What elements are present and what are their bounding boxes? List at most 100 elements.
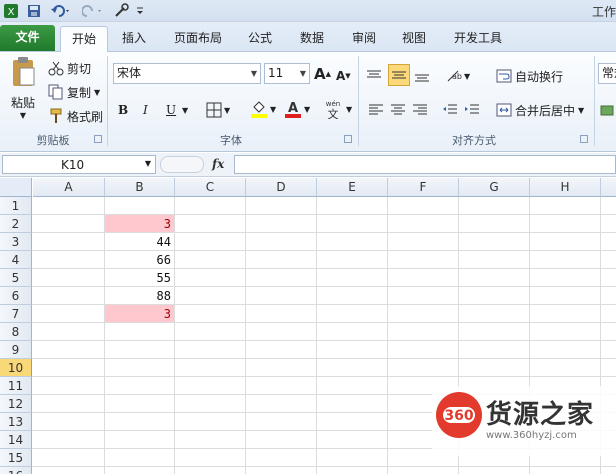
row-header-5[interactable]: 5 bbox=[0, 269, 32, 287]
cell-b3[interactable]: 44 bbox=[105, 233, 174, 250]
quick-access-toolbar: X 工作 bbox=[0, 0, 616, 22]
merge-center-button[interactable]: 合并后居中 ▼ bbox=[496, 100, 584, 120]
underline-dropdown-icon[interactable]: ▼ bbox=[182, 100, 192, 120]
column-header-h[interactable]: H bbox=[530, 178, 601, 197]
tab-insert[interactable]: 插入 bbox=[114, 26, 154, 52]
decrease-indent-icon bbox=[443, 104, 457, 114]
clipboard-launcher-icon[interactable] bbox=[94, 135, 102, 143]
paste-button[interactable]: 粘贴 ▼ bbox=[6, 56, 40, 126]
svg-text:文: 文 bbox=[328, 107, 339, 119]
align-left-icon bbox=[369, 104, 383, 115]
cut-label: 剪切 bbox=[67, 61, 92, 76]
font-color-icon: A bbox=[285, 101, 301, 118]
underline-button[interactable]: U bbox=[166, 100, 180, 120]
font-color-button[interactable]: A ▼ bbox=[284, 98, 314, 120]
align-right-button[interactable] bbox=[412, 100, 430, 120]
row-header-7[interactable]: 7 bbox=[0, 305, 32, 323]
tab-home[interactable]: 开始 bbox=[60, 26, 108, 52]
save-icon[interactable] bbox=[26, 2, 42, 20]
cell-b2[interactable]: 3 bbox=[105, 215, 174, 232]
formula-bar-splitter[interactable] bbox=[160, 156, 204, 173]
clipboard-group-label: 剪贴板 bbox=[36, 134, 70, 147]
font-size-combo[interactable]: 11 ▼ bbox=[264, 63, 310, 84]
font-name-combo[interactable]: 宋体 ▼ bbox=[113, 63, 261, 84]
align-top-button[interactable] bbox=[366, 66, 386, 86]
paste-label: 粘贴 bbox=[10, 96, 35, 110]
font-launcher-icon[interactable] bbox=[344, 135, 352, 143]
row-header-2[interactable]: 2 bbox=[0, 215, 32, 233]
increase-indent-button[interactable] bbox=[464, 100, 482, 120]
copy-icon bbox=[48, 84, 63, 100]
excel-logo-icon[interactable]: X bbox=[2, 2, 20, 20]
paintbrush-icon bbox=[50, 108, 62, 123]
formula-input[interactable] bbox=[234, 155, 616, 174]
redo-icon[interactable] bbox=[80, 2, 106, 20]
number-format-combo[interactable]: 常规 bbox=[598, 63, 616, 84]
align-left-button[interactable] bbox=[368, 100, 386, 120]
column-header-e[interactable]: E bbox=[317, 178, 388, 197]
row-header-13[interactable]: 13 bbox=[0, 413, 32, 431]
cell-b6[interactable]: 88 bbox=[105, 287, 174, 304]
row-header-10[interactable]: 10 bbox=[0, 359, 32, 377]
column-header-d[interactable]: D bbox=[246, 178, 317, 197]
row-header-1[interactable]: 1 bbox=[0, 197, 32, 215]
tool-icon[interactable] bbox=[112, 2, 130, 20]
column-header-c[interactable]: C bbox=[175, 178, 246, 197]
wrap-text-button[interactable]: 自动换行 bbox=[496, 66, 563, 86]
fill-color-button[interactable]: ▼ bbox=[250, 98, 280, 120]
customize-qat-icon[interactable] bbox=[134, 2, 146, 20]
italic-button[interactable]: I bbox=[143, 100, 159, 120]
borders-button[interactable]: ▼ bbox=[206, 100, 236, 120]
tab-review[interactable]: 审阅 bbox=[344, 26, 384, 52]
row-header-15[interactable]: 15 bbox=[0, 449, 32, 467]
undo-icon[interactable] bbox=[48, 2, 74, 20]
bold-button[interactable]: B bbox=[118, 100, 134, 120]
shrink-font-button[interactable]: A ▼ bbox=[336, 66, 354, 86]
name-box[interactable]: K10 ▼ bbox=[2, 155, 156, 174]
phonetic-button[interactable]: wén 文 ▼ bbox=[322, 98, 354, 120]
column-header-f[interactable]: F bbox=[388, 178, 459, 197]
column-header-g[interactable]: G bbox=[459, 178, 530, 197]
chevron-down-icon: ▼ bbox=[144, 159, 151, 168]
cell-b5[interactable]: 55 bbox=[105, 269, 174, 286]
row-header-16[interactable]: 16 bbox=[0, 467, 32, 474]
align-bottom-button[interactable] bbox=[414, 66, 434, 86]
grow-font-button[interactable]: A ▲ bbox=[314, 64, 332, 84]
row-header-4[interactable]: 4 bbox=[0, 251, 32, 269]
orientation-button[interactable]: ab ▼ bbox=[446, 66, 472, 86]
group-divider bbox=[358, 56, 359, 146]
insert-function-icon[interactable]: fx bbox=[212, 157, 224, 171]
column-header-b[interactable]: B bbox=[105, 178, 175, 197]
tab-view[interactable]: 视图 bbox=[394, 26, 434, 52]
currency-format-icon[interactable] bbox=[600, 100, 616, 120]
row-header-12[interactable]: 12 bbox=[0, 395, 32, 413]
column-header-a[interactable]: A bbox=[33, 178, 105, 197]
tab-formulas[interactable]: 公式 bbox=[240, 26, 280, 52]
font-group-label: 字体 bbox=[220, 134, 242, 147]
align-bottom-icon bbox=[415, 74, 429, 82]
row-header-9[interactable]: 9 bbox=[0, 341, 32, 359]
decrease-indent-button[interactable] bbox=[442, 100, 460, 120]
alignment-launcher-icon[interactable] bbox=[580, 135, 588, 143]
copy-button[interactable]: 复制 ▼ bbox=[48, 82, 100, 102]
row-header-14[interactable]: 14 bbox=[0, 431, 32, 449]
tab-file[interactable]: 文件 bbox=[0, 25, 55, 51]
row-header-8[interactable]: 8 bbox=[0, 323, 32, 341]
align-center-icon bbox=[391, 104, 405, 115]
tab-data[interactable]: 数据 bbox=[292, 26, 332, 52]
tab-page-layout[interactable]: 页面布局 bbox=[166, 26, 230, 52]
tab-developer[interactable]: 开发工具 bbox=[446, 26, 510, 52]
row-header-3[interactable]: 3 bbox=[0, 233, 32, 251]
name-box-value: K10 bbox=[61, 158, 85, 172]
align-center-button[interactable] bbox=[390, 100, 408, 120]
cell-b4[interactable]: 66 bbox=[105, 251, 174, 268]
select-all-corner[interactable] bbox=[0, 178, 32, 197]
row-header-11[interactable]: 11 bbox=[0, 377, 32, 395]
row-header-6[interactable]: 6 bbox=[0, 287, 32, 305]
paint-bucket-icon bbox=[251, 101, 267, 118]
column-header-i[interactable] bbox=[601, 178, 616, 197]
align-middle-button[interactable] bbox=[388, 64, 410, 86]
format-painter-button[interactable]: 格式刷 bbox=[48, 106, 103, 126]
cell-b7[interactable]: 3 bbox=[105, 305, 174, 322]
cut-button[interactable]: 剪切 bbox=[48, 58, 91, 78]
